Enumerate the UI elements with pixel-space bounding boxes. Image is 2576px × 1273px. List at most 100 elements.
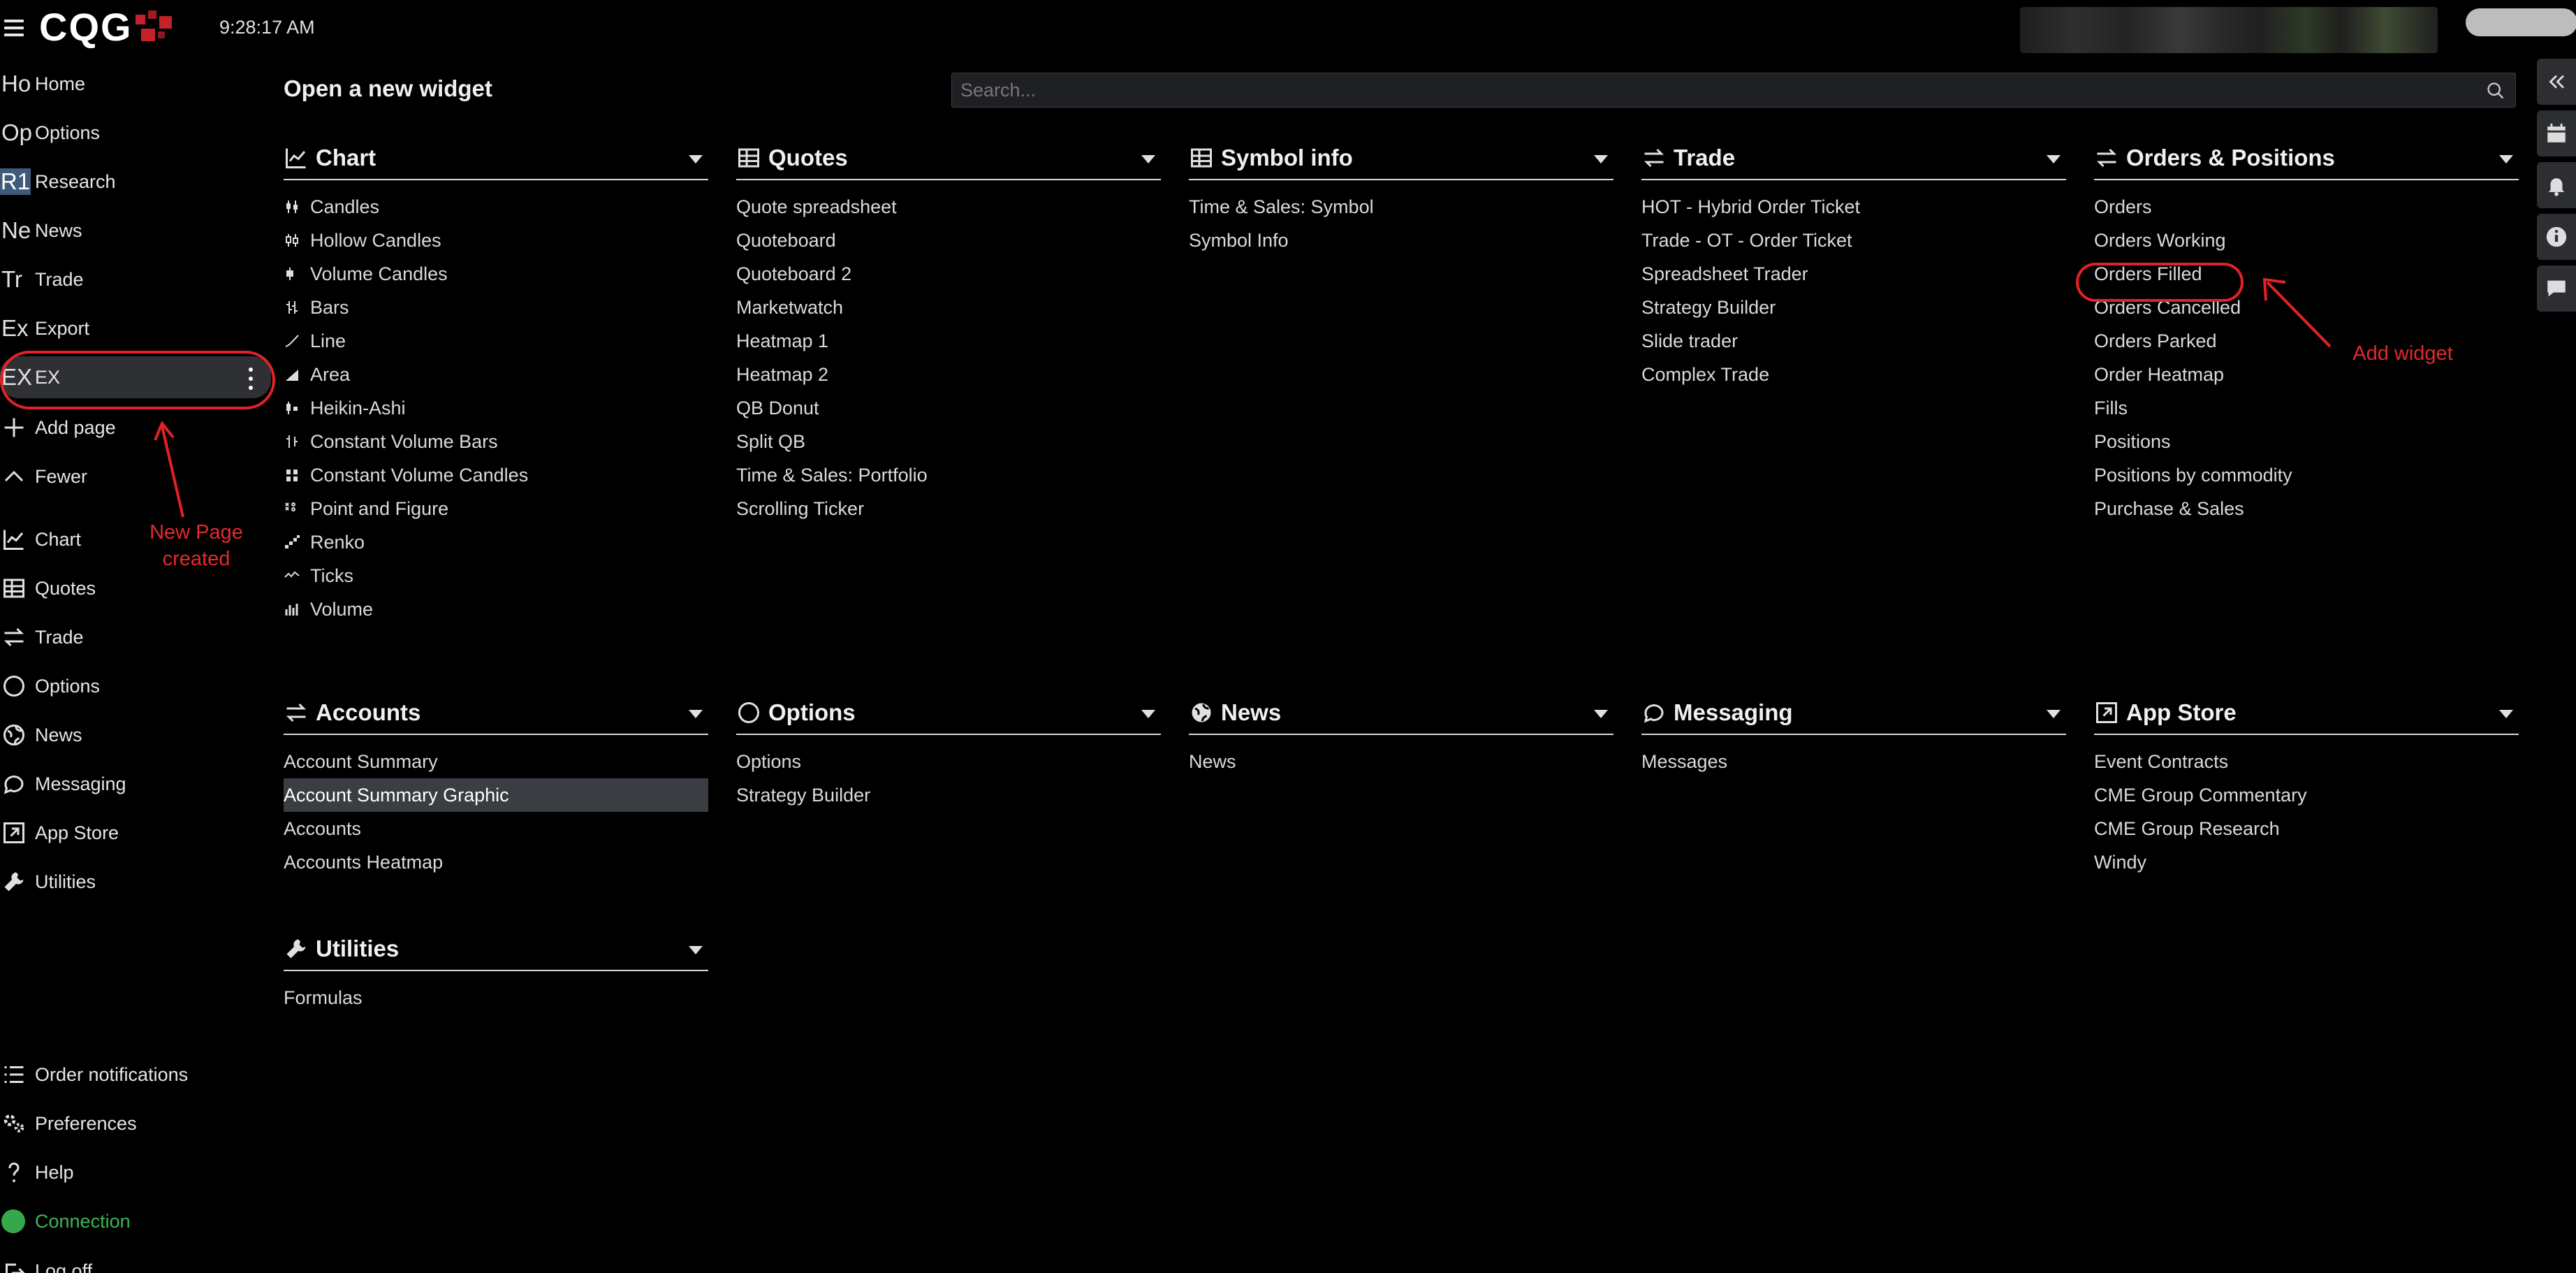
widget-item[interactable]: Messages	[1641, 745, 2066, 778]
search-icon[interactable]	[2486, 81, 2505, 101]
sidebar-item-messaging[interactable]: Messaging	[0, 762, 272, 806]
widget-item[interactable]: Fills	[2094, 391, 2519, 425]
preferences-button[interactable]: Preferences	[0, 1101, 272, 1146]
widget-volume-candles[interactable]: Volume Candles	[284, 257, 708, 291]
widget-line[interactable]: Line	[284, 324, 708, 358]
widget-candles[interactable]: Candles	[284, 190, 708, 224]
section-header-messaging[interactable]: Messaging	[1641, 692, 2066, 735]
widget-item[interactable]: Positions	[2094, 425, 2519, 458]
add-page-button[interactable]: Add page	[0, 405, 272, 450]
caret-down-icon[interactable]	[2047, 155, 2061, 163]
caret-down-icon[interactable]	[2499, 155, 2513, 163]
widget-item[interactable]: Orders Working	[2094, 224, 2519, 257]
widget-item[interactable]: Quoteboard	[736, 224, 1161, 257]
user-avatar-pill[interactable]	[2466, 8, 2576, 36]
sidebar-page-options[interactable]: Op Options	[0, 110, 272, 155]
widget-item[interactable]: QB Donut	[736, 391, 1161, 425]
section-header-chart[interactable]: Chart	[284, 137, 708, 180]
widget-heikin-ashi[interactable]: Heikin-Ashi	[284, 391, 708, 425]
widget-item[interactable]: CME Group Research	[2094, 812, 2519, 845]
logoff-button[interactable]: Log off	[0, 1246, 272, 1273]
sidebar-item-trade[interactable]: Trade	[0, 615, 272, 660]
widget-item-selected[interactable]: Account Summary Graphic	[284, 778, 708, 812]
search-input[interactable]	[952, 73, 2515, 107]
hamburger-menu-icon[interactable]	[1, 15, 27, 41]
widget-item[interactable]: Heatmap 1	[736, 324, 1161, 358]
widget-point-and-figure[interactable]: Point and Figure	[284, 492, 708, 525]
widget-item[interactable]: Time & Sales: Symbol	[1189, 190, 1613, 224]
caret-down-icon[interactable]	[689, 710, 703, 718]
widget-item[interactable]: Options	[736, 745, 1161, 778]
widget-item[interactable]: Quoteboard 2	[736, 257, 1161, 291]
widget-item[interactable]: Strategy Builder	[1641, 291, 2066, 324]
widget-item[interactable]: Marketwatch	[736, 291, 1161, 324]
widget-item[interactable]: Time & Sales: Portfolio	[736, 458, 1161, 492]
fewer-button[interactable]: Fewer	[0, 454, 272, 499]
chat-button[interactable]	[2537, 265, 2576, 312]
widget-item[interactable]: Quote spreadsheet	[736, 190, 1161, 224]
widget-constant-volume-bars[interactable]: Constant Volume Bars	[284, 425, 708, 458]
sidebar-page-home[interactable]: Ho Home	[0, 61, 272, 106]
sidebar-item-app-store[interactable]: App Store	[0, 810, 272, 855]
widget-item[interactable]: Split QB	[736, 425, 1161, 458]
caret-down-icon[interactable]	[689, 155, 703, 163]
widget-item[interactable]: Scrolling Ticker	[736, 492, 1161, 525]
widget-volume[interactable]: Volume	[284, 592, 708, 626]
caret-down-icon[interactable]	[1141, 155, 1155, 163]
widget-item[interactable]: Symbol Info	[1189, 224, 1613, 257]
widget-item[interactable]: Spreadsheet Trader	[1641, 257, 2066, 291]
widget-item[interactable]: CME Group Commentary	[2094, 778, 2519, 812]
widget-item[interactable]: Slide trader	[1641, 324, 2066, 358]
section-header-trade[interactable]: Trade	[1641, 137, 2066, 180]
widget-item[interactable]: Heatmap 2	[736, 358, 1161, 391]
connection-status[interactable]: Connection	[0, 1199, 272, 1244]
sidebar-page-research[interactable]: R1 Research	[0, 159, 272, 204]
section-header-orders-positions[interactable]: Orders & Positions	[2094, 137, 2519, 180]
section-header-quotes[interactable]: Quotes	[736, 137, 1161, 180]
widget-item[interactable]: Formulas	[284, 981, 708, 1014]
sidebar-page-news[interactable]: Ne News	[0, 208, 272, 253]
caret-down-icon[interactable]	[1594, 155, 1608, 163]
widget-item[interactable]: Accounts	[284, 812, 708, 845]
widget-constant-volume-candles[interactable]: Constant Volume Candles	[284, 458, 708, 492]
widget-item[interactable]: Trade - OT - Order Ticket	[1641, 224, 2066, 257]
section-header-news[interactable]: News	[1189, 692, 1613, 735]
caret-down-icon[interactable]	[2047, 710, 2061, 718]
section-header-utilities[interactable]: Utilities	[284, 928, 708, 971]
widget-item[interactable]: Event Contracts	[2094, 745, 2519, 778]
widget-hollow-candles[interactable]: Hollow Candles	[284, 224, 708, 257]
caret-down-icon[interactable]	[1594, 710, 1608, 718]
help-button[interactable]: Help	[0, 1150, 272, 1195]
notifications-button[interactable]	[2537, 162, 2576, 208]
widget-item[interactable]: Windy	[2094, 845, 2519, 879]
sidebar-page-trade[interactable]: Tr Trade	[0, 257, 272, 302]
section-header-accounts[interactable]: Accounts	[284, 692, 708, 735]
widget-item[interactable]: Purchase & Sales	[2094, 492, 2519, 525]
search-box[interactable]	[951, 73, 2516, 108]
widget-item[interactable]: Accounts Heatmap	[284, 845, 708, 879]
widget-bars[interactable]: Bars	[284, 291, 708, 324]
sidebar-item-quotes[interactable]: Quotes	[0, 566, 272, 611]
caret-down-icon[interactable]	[2499, 710, 2513, 718]
widget-item[interactable]: News	[1189, 745, 1613, 778]
sidebar-item-news[interactable]: News	[0, 713, 272, 757]
sidebar-item-utilities[interactable]: Utilities	[0, 859, 272, 904]
widget-renko[interactable]: Renko	[284, 525, 708, 559]
widget-item[interactable]: HOT - Hybrid Order Ticket	[1641, 190, 2066, 224]
widget-item[interactable]: Complex Trade	[1641, 358, 2066, 391]
order-notifications-button[interactable]: Order notifications	[0, 1052, 272, 1097]
widget-ticks[interactable]: Ticks	[284, 559, 708, 592]
section-header-options[interactable]: Options	[736, 692, 1161, 735]
info-button[interactable]	[2537, 214, 2576, 260]
collapse-rail-button[interactable]	[2537, 59, 2576, 105]
section-header-app-store[interactable]: App Store	[2094, 692, 2519, 735]
caret-down-icon[interactable]	[1141, 710, 1155, 718]
widget-item[interactable]: Strategy Builder	[736, 778, 1161, 812]
widget-item[interactable]: Orders	[2094, 190, 2519, 224]
calendar-button[interactable]	[2537, 110, 2576, 157]
caret-down-icon[interactable]	[689, 946, 703, 954]
sidebar-item-options[interactable]: Options	[0, 664, 272, 708]
widget-area[interactable]: Area	[284, 358, 708, 391]
section-header-symbol-info[interactable]: Symbol info	[1189, 137, 1613, 180]
widget-item[interactable]: Account Summary	[284, 745, 708, 778]
